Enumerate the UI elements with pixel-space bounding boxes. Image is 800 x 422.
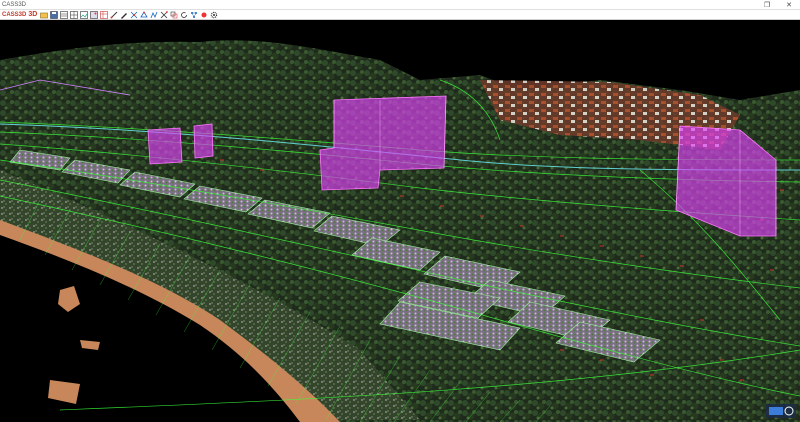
layers-icon[interactable] (60, 10, 69, 19)
app-logo: CASS3D (2, 11, 27, 18)
save-icon[interactable] (50, 10, 59, 19)
highlight-box (147, 127, 183, 165)
window-controls: ❐ ✕ (756, 0, 800, 10)
measure-icon[interactable] (110, 11, 118, 19)
polyline-icon[interactable] (150, 11, 158, 19)
main-toolbar: CASS3D 3D (0, 10, 800, 20)
node-edit-icon[interactable] (130, 11, 138, 19)
split-icon[interactable] (160, 10, 169, 19)
pen-icon[interactable] (120, 11, 128, 19)
record-icon[interactable] (200, 11, 208, 19)
merge-icon[interactable] (170, 11, 178, 19)
3d-mode-button[interactable]: 3D (28, 10, 40, 20)
open-file-icon[interactable] (40, 11, 49, 19)
picture-icon[interactable] (90, 10, 99, 19)
3d-scene (0, 40, 800, 422)
rotate-icon[interactable] (180, 11, 188, 19)
table-icon[interactable] (100, 10, 109, 19)
network-icon[interactable] (190, 11, 198, 19)
compass-badge[interactable] (766, 404, 796, 418)
3d-viewport[interactable] (0, 20, 800, 422)
window-title: CASS3D (2, 2, 27, 8)
image-icon[interactable] (80, 10, 89, 19)
vertex-icon[interactable] (140, 10, 149, 19)
settings-icon[interactable] (210, 11, 218, 19)
restore-button[interactable]: ❐ (756, 0, 778, 10)
title-bar: CASS3D ❐ ✕ (0, 0, 800, 10)
close-button[interactable]: ✕ (778, 0, 800, 10)
highlight-box (193, 123, 214, 159)
grid-icon[interactable] (70, 10, 79, 19)
